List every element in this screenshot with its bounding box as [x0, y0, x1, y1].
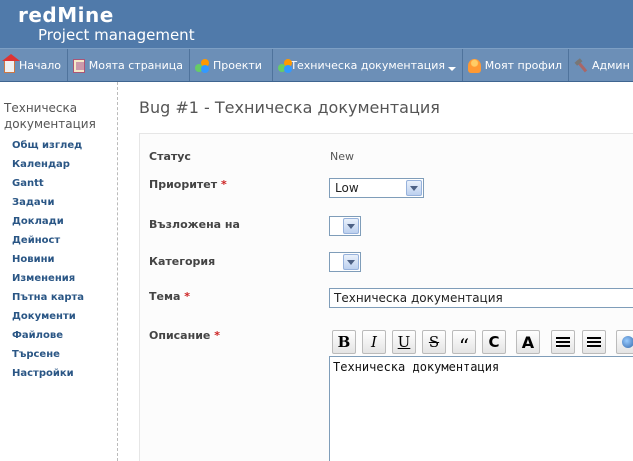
- assigned-select[interactable]: [329, 216, 361, 236]
- status-value: New: [330, 150, 354, 163]
- chevron-down-icon: [406, 180, 422, 196]
- chevron-down-icon: [448, 66, 456, 71]
- sidebar-item-issues[interactable]: Задачи: [12, 197, 84, 216]
- code-button[interactable]: C: [482, 330, 506, 354]
- menu-item-label: Проекти: [213, 59, 262, 72]
- bold-button[interactable]: B: [332, 330, 356, 354]
- menu-item-label: Моят профил: [484, 59, 562, 72]
- sidebar-project-title: Техническа документация: [4, 101, 96, 131]
- description-label: Описание *: [149, 329, 220, 342]
- sidebar-item-reports[interactable]: Доклади: [12, 216, 84, 235]
- main-content: Bug #1 - Техническа документация Статус …: [118, 82, 633, 461]
- strikethrough-button[interactable]: S: [422, 330, 446, 354]
- menu-item-label: Моята страница: [88, 59, 183, 72]
- menu-item-label: Админ: [592, 59, 630, 72]
- sidebar-item-documents[interactable]: Документи: [12, 311, 84, 330]
- top-menu: Начало Моята страница Проекти Техническа…: [0, 48, 633, 82]
- italic-button[interactable]: I: [362, 330, 386, 354]
- quote-button[interactable]: “: [452, 330, 476, 358]
- home-icon: [2, 53, 20, 73]
- sidebar-item-news[interactable]: Новини: [12, 254, 84, 273]
- admin-icon: [574, 59, 588, 73]
- subject-input[interactable]: Техническа документация: [329, 288, 633, 308]
- assigned-label: Възложена на: [149, 218, 240, 231]
- menu-item-my-profile[interactable]: Моят профил: [464, 49, 569, 81]
- underline-button[interactable]: U: [392, 330, 416, 354]
- user-icon: [468, 58, 481, 73]
- sidebar-item-files[interactable]: Файлове: [12, 330, 84, 349]
- sidebar-item-overview[interactable]: Общ изглед: [12, 140, 84, 159]
- menu-item-project-docs[interactable]: Техническа документация: [274, 49, 463, 81]
- sidebar: Техническа документация Общ изглед Кален…: [0, 82, 118, 461]
- sidebar-item-activity[interactable]: Дейност: [12, 235, 84, 254]
- sidebar-item-calendar[interactable]: Календар: [12, 159, 84, 178]
- category-select[interactable]: [329, 252, 361, 272]
- menu-item-label: Техническа документация: [290, 59, 445, 72]
- priority-select[interactable]: Low: [329, 178, 424, 198]
- brand-logo[interactable]: redMine: [18, 3, 114, 27]
- category-label: Категория: [149, 255, 216, 268]
- sidebar-menu: Общ изглед Календар Gantt Задачи Доклади…: [12, 140, 84, 387]
- sidebar-item-settings[interactable]: Настройки: [12, 368, 84, 387]
- unordered-list-button[interactable]: [551, 330, 575, 354]
- chevron-down-icon: [343, 218, 359, 234]
- menu-item-projects[interactable]: Проекти: [191, 49, 273, 81]
- sidebar-item-gantt[interactable]: Gantt: [12, 178, 84, 197]
- required-mark: *: [214, 329, 220, 342]
- menu-item-admin[interactable]: Админ: [570, 49, 633, 81]
- description-textarea[interactable]: Техническа документация: [329, 356, 633, 461]
- sidebar-item-changesets[interactable]: Изменения: [12, 273, 84, 292]
- required-mark: *: [220, 178, 227, 191]
- priority-select-value: Low: [335, 181, 359, 195]
- sidebar-item-roadmap[interactable]: Пътна карта: [12, 292, 84, 311]
- description-label-text: Описание: [149, 329, 211, 342]
- status-label: Статус: [149, 150, 191, 163]
- heading-button[interactable]: A: [516, 330, 540, 354]
- my-page-icon: [73, 58, 85, 73]
- ordered-list-button[interactable]: [582, 330, 606, 354]
- sidebar-item-search[interactable]: Търсене: [12, 349, 84, 368]
- subject-label-text: Тема: [149, 290, 181, 303]
- menu-item-my-page[interactable]: Моята страница: [69, 49, 190, 81]
- header-subtitle: Project management: [38, 26, 195, 44]
- menu-item-label: Начало: [18, 59, 61, 72]
- subject-label: Тема *: [149, 290, 190, 303]
- help-button[interactable]: [616, 330, 633, 354]
- page-title: Bug #1 - Техническа документация: [139, 98, 440, 117]
- projects-icon: [278, 59, 293, 73]
- priority-label-text: Приоритет: [149, 178, 218, 191]
- chevron-down-icon: [343, 254, 359, 270]
- header: redMine Project management: [0, 0, 633, 48]
- priority-label: Приоритет *: [149, 178, 227, 191]
- menu-item-home[interactable]: Начало: [0, 49, 68, 81]
- projects-icon: [195, 59, 209, 73]
- required-mark: *: [184, 290, 190, 303]
